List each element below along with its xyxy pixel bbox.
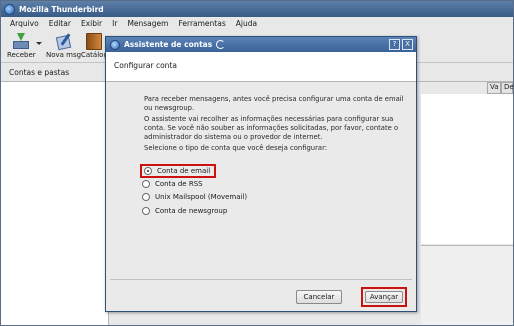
- radio-option-rss[interactable]: Conta de RSS: [140, 178, 207, 190]
- radio-label-newsgroup: Conta de newsgroup: [155, 207, 228, 215]
- dialog-title: Assistente de contas: [124, 40, 213, 49]
- help-button[interactable]: ?: [389, 39, 400, 50]
- addressbook-button[interactable]: Catálog: [81, 33, 108, 59]
- radio-label-rss: Conta de RSS: [155, 180, 203, 188]
- next-button[interactable]: Avançar: [365, 291, 403, 303]
- menu-exibir[interactable]: Exibir: [77, 19, 108, 28]
- dialog-heading: Configurar conta: [114, 61, 177, 70]
- dialog-separator: [110, 279, 412, 280]
- radio-selected-icon[interactable]: [144, 167, 152, 175]
- main-window-title: Mozilla Thunderbird: [19, 4, 104, 14]
- compose-icon: [55, 33, 73, 51]
- menu-arquivo[interactable]: Arquivo: [6, 19, 45, 28]
- column-header-read[interactable]: Va: [487, 82, 501, 94]
- receive-mail-icon: [12, 33, 30, 50]
- menu-ferramentas[interactable]: Ferramentas: [174, 19, 231, 28]
- dialog-body: Para receber mensagens, antes você preci…: [110, 86, 412, 279]
- addressbook-button-label: Catálog: [81, 51, 108, 59]
- menu-ir[interactable]: Ir: [108, 19, 123, 28]
- radio-label-movemail: Unix Mailspool (Movemail): [155, 193, 248, 201]
- menu-ajuda[interactable]: Ajuda: [232, 19, 263, 28]
- addressbook-icon: [86, 33, 103, 50]
- message-list[interactable]: [421, 94, 513, 244]
- menu-mensagem[interactable]: Mensagem: [123, 19, 174, 28]
- intro-text: Para receber mensagens, antes você preci…: [144, 95, 404, 112]
- radio-unselected-icon[interactable]: [142, 180, 150, 188]
- radio-unselected-icon[interactable]: [142, 207, 150, 215]
- swirl-icon: [216, 40, 226, 49]
- select-prompt-text: Selecione o tipo de conta que você desej…: [144, 144, 328, 152]
- dialog-window-controls: ? X: [389, 39, 413, 50]
- account-wizard-dialog: Assistente de contas ? X Configurar cont…: [105, 36, 417, 312]
- radio-unselected-icon[interactable]: [142, 193, 150, 201]
- message-preview-pane: [421, 245, 513, 325]
- info-text: O assistente vai recolher as informações…: [144, 115, 399, 141]
- radio-option-email[interactable]: Conta de email: [140, 164, 217, 178]
- dialog-header: Configurar conta: [106, 52, 416, 82]
- menubar: Arquivo Editar Exibir Ir Mensagem Ferram…: [1, 17, 513, 30]
- receive-dropdown-icon[interactable]: [36, 42, 42, 45]
- receive-button[interactable]: Receber: [7, 33, 36, 59]
- folder-pane-title: Contas e pastas: [9, 68, 70, 77]
- column-header-from[interactable]: De: [501, 82, 514, 94]
- radio-option-newsgroup[interactable]: Conta de newsgroup: [140, 205, 231, 217]
- radio-option-movemail[interactable]: Unix Mailspool (Movemail): [140, 191, 251, 203]
- cancel-button[interactable]: Cancelar: [296, 290, 342, 304]
- menu-editar[interactable]: Editar: [45, 19, 77, 28]
- dialog-titlebar: Assistente de contas ? X: [106, 37, 416, 52]
- radio-label-email: Conta de email: [157, 167, 211, 175]
- receive-button-label: Receber: [7, 51, 36, 59]
- compose-button[interactable]: Nova msg: [46, 33, 81, 59]
- thunderbird-icon: [4, 3, 15, 15]
- compose-button-label: Nova msg: [46, 51, 82, 59]
- close-button[interactable]: X: [402, 39, 413, 50]
- main-titlebar: Mozilla Thunderbird: [1, 1, 513, 17]
- thunderbird-icon: [110, 39, 120, 50]
- folder-pane[interactable]: [1, 82, 109, 325]
- next-button-highlight: Avançar: [361, 287, 407, 307]
